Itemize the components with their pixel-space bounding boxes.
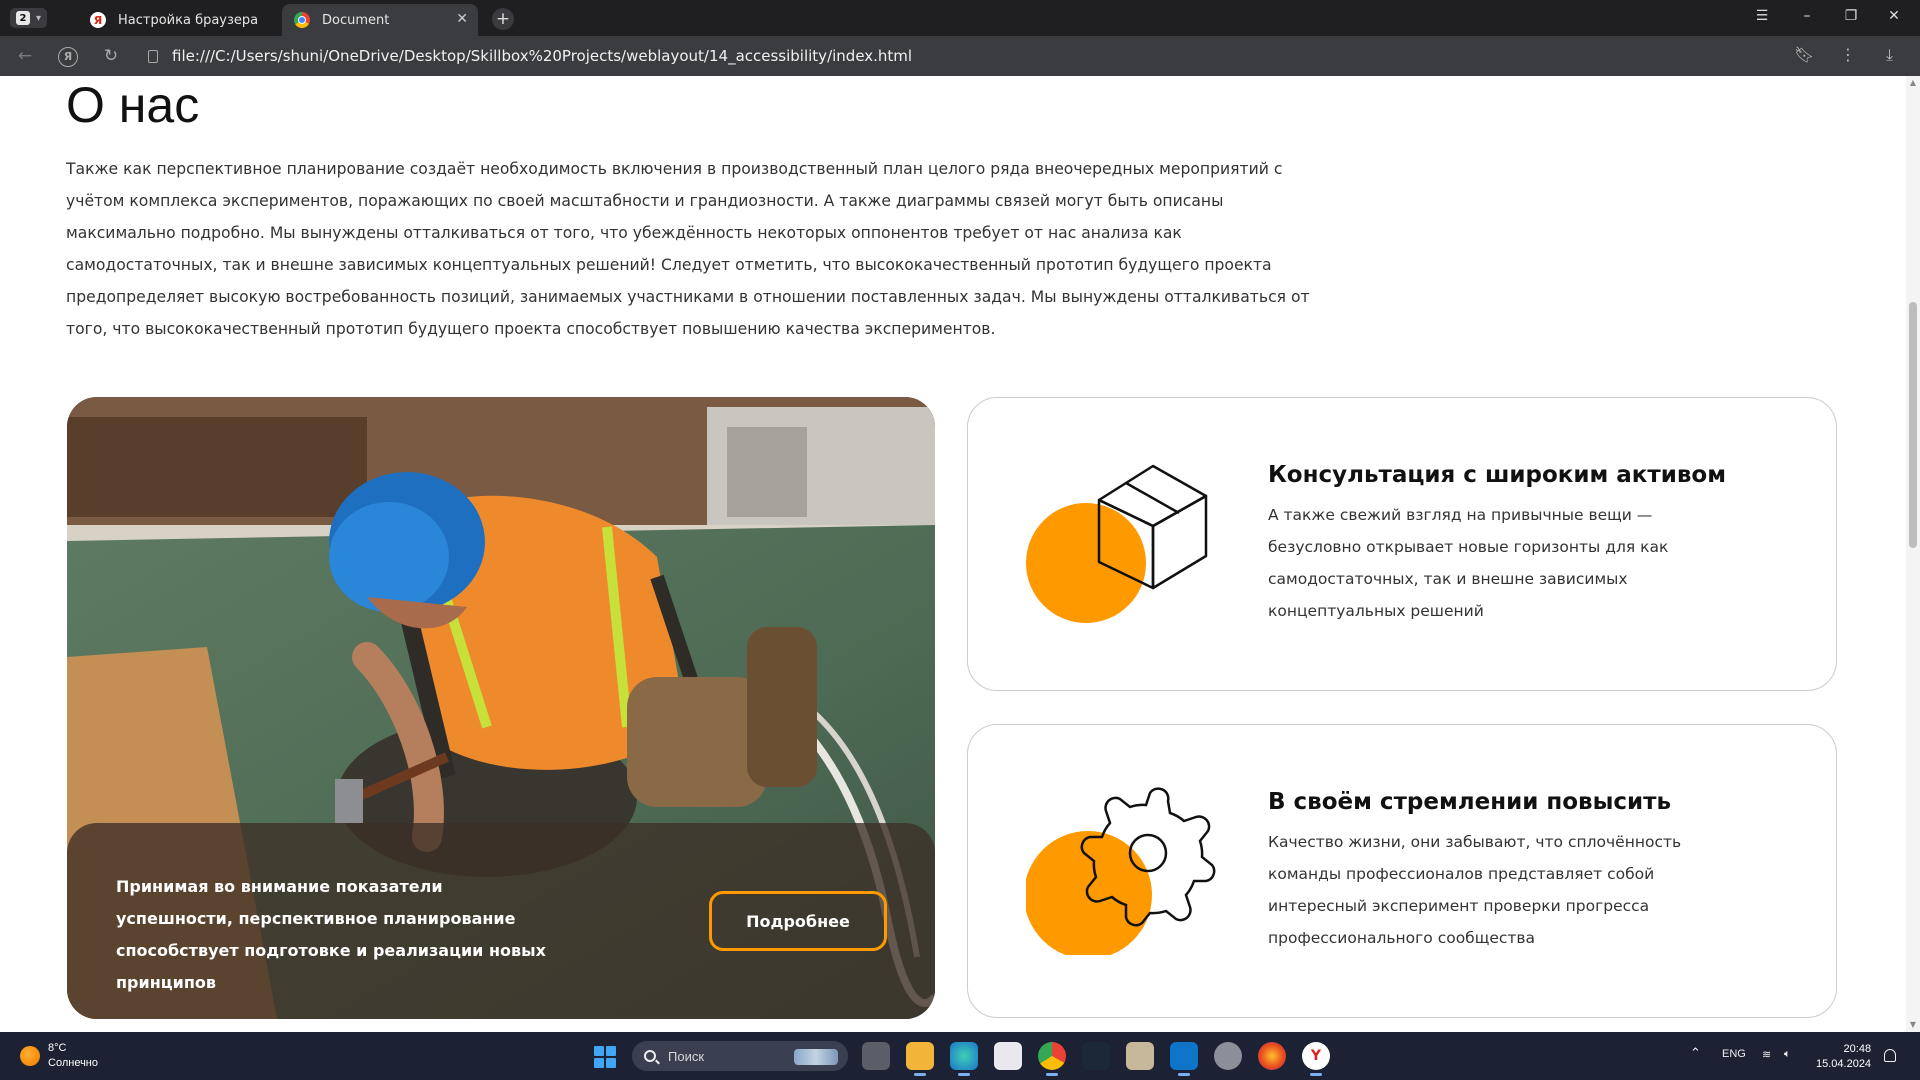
new-tab-button[interactable]: + xyxy=(492,8,514,30)
more-options-icon[interactable]: ⋮ xyxy=(1840,45,1856,64)
page-viewport: О нас Также как перспективное планирован… xyxy=(0,76,1920,1032)
weather-temp: 8°C xyxy=(48,1042,67,1054)
task-view-icon[interactable] xyxy=(862,1042,890,1070)
tray-chevron-icon[interactable]: ⌃ xyxy=(1690,1045,1701,1061)
clock[interactable]: 20:48 15.04.2024 xyxy=(1816,1042,1871,1072)
search-icon xyxy=(644,1050,656,1062)
vscode-icon[interactable] xyxy=(1170,1042,1198,1076)
back-icon[interactable]: ← xyxy=(14,46,36,68)
file-explorer-icon[interactable] xyxy=(906,1042,934,1076)
tab-document[interactable]: Document ✕ xyxy=(282,4,478,36)
gear-icon xyxy=(1026,787,1216,955)
volume-icon[interactable]: 🔈︎ xyxy=(1784,1048,1791,1061)
menu-icon[interactable]: ☰ xyxy=(1752,8,1772,24)
browser-tab-bar: 2 ▾ Я Настройка браузера Document ✕ + ☰ … xyxy=(0,0,1920,36)
yandex-icon: Я xyxy=(90,12,106,28)
search-placeholder: Поиск xyxy=(668,1048,705,1064)
page-title: О нас xyxy=(66,77,200,133)
search-highlight-image xyxy=(794,1049,838,1065)
scroll-down-icon[interactable]: ▼ xyxy=(1909,1020,1917,1030)
photo-caption-panel: Принимая во внимание показатели успешнос… xyxy=(67,823,935,1019)
intro-paragraph: Также как перспективное планирование соз… xyxy=(66,160,1310,338)
box-icon xyxy=(1026,464,1208,623)
firefox-icon[interactable] xyxy=(1258,1042,1286,1070)
close-window-icon[interactable]: ✕ xyxy=(1884,8,1904,24)
windows-start-icon[interactable] xyxy=(594,1046,616,1068)
edge-icon[interactable] xyxy=(950,1042,978,1076)
url-field[interactable]: file:///C:/Users/shuni/OneDrive/Desktop/… xyxy=(148,47,912,65)
taskbar-search[interactable]: Поиск xyxy=(632,1041,848,1071)
steam-icon[interactable] xyxy=(1082,1042,1110,1070)
tab-label: Document xyxy=(322,12,390,28)
tab-browser-settings[interactable]: Я Настройка браузера xyxy=(78,4,278,36)
chevron-down-icon: ▾ xyxy=(36,12,42,24)
feature-text: А также свежий взгляд на привычные вещи … xyxy=(1268,506,1669,620)
photo-caption: Принимая во внимание показатели успешнос… xyxy=(116,877,546,992)
chrome-icon xyxy=(294,12,310,28)
more-button[interactable]: Подробнее xyxy=(709,891,887,951)
scroll-up-icon[interactable]: ▲ xyxy=(1909,78,1917,88)
chrome-taskbar-icon[interactable] xyxy=(1038,1042,1066,1076)
scrollbar-thumb[interactable] xyxy=(1909,302,1917,548)
bookmark-icon[interactable]: 🔖︎ xyxy=(1794,45,1814,64)
sun-icon xyxy=(20,1046,40,1066)
settings-gear-icon[interactable] xyxy=(1214,1042,1242,1070)
download-icon[interactable]: ⤓ xyxy=(1886,45,1893,65)
wifi-icon[interactable]: ≋ xyxy=(1762,1048,1771,1061)
minimize-icon[interactable]: – xyxy=(1797,8,1817,24)
windows-taskbar: 8°C Солнечно Поиск Y ⌃ ENG ≋ 🔈︎ 20:48 15… xyxy=(0,1032,1920,1080)
file-icon xyxy=(148,49,158,63)
tab-counter-button[interactable]: 2 ▾ xyxy=(10,8,48,28)
tab-count-badge: 2 xyxy=(16,11,30,25)
language-indicator[interactable]: ENG xyxy=(1722,1048,1746,1060)
address-bar: ← Я ↻ file:///C:/Users/shuni/OneDrive/De… xyxy=(0,36,1920,76)
feature-text: Качество жизни, они забывают, что сплочё… xyxy=(1268,833,1682,947)
feature-card-improve: В своём стремлении повысить Качество жиз… xyxy=(967,724,1837,1018)
clock-time: 20:48 xyxy=(1843,1043,1872,1055)
yandex-browser-icon[interactable]: Y xyxy=(1302,1042,1330,1076)
tab-label: Настройка браузера xyxy=(118,12,259,28)
page-scrollbar[interactable]: ▲ ▼ xyxy=(1906,76,1920,1032)
photo-app-icon[interactable] xyxy=(1126,1042,1154,1070)
clock-date: 15.04.2024 xyxy=(1816,1058,1872,1070)
weather-desc: Солнечно xyxy=(48,1057,98,1069)
restore-icon[interactable]: ❐ xyxy=(1841,8,1861,24)
photo-card: Принимая во внимание показатели успешнос… xyxy=(67,397,935,1019)
reload-icon[interactable]: ↻ xyxy=(100,46,122,68)
store-icon[interactable] xyxy=(994,1042,1022,1070)
weather-widget[interactable]: 8°C Солнечно xyxy=(20,1041,98,1071)
feature-card-consultation: Консультация с широким активом А также с… xyxy=(967,397,1837,691)
close-tab-icon[interactable]: ✕ xyxy=(456,11,468,27)
feature-title: В своём стремлении повысить xyxy=(1268,789,1672,815)
notification-bell-icon[interactable] xyxy=(1884,1049,1896,1062)
feature-title: Консультация с широким активом xyxy=(1268,462,1727,488)
yandex-home-icon[interactable]: Я xyxy=(58,47,78,67)
url-text: file:///C:/Users/shuni/OneDrive/Desktop/… xyxy=(172,47,913,65)
